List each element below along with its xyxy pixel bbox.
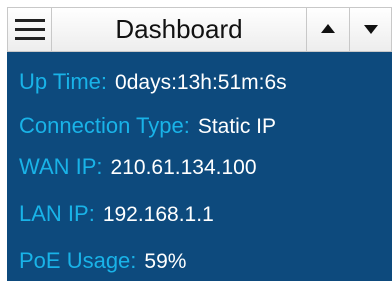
lan-ip-value: 192.168.1.1 [102,203,214,226]
status-row-poe-usage: PoE Usage: 59% [19,248,186,274]
wan-ip-value: 210.61.134.100 [110,156,257,179]
status-row-wan-ip: WAN IP: 210.61.134.100 [19,154,257,180]
arrow-down-icon [364,25,378,34]
page-title: Dashboard [115,14,243,44]
scroll-up-button[interactable] [306,8,349,51]
status-row-lan-ip: LAN IP: 192.168.1.1 [19,201,214,227]
scroll-down-button[interactable] [349,8,392,51]
uptime-label: Up Time: [19,69,108,94]
poe-usage-label: PoE Usage: [19,248,137,273]
lan-ip-label: LAN IP: [19,201,95,226]
status-row-connection-type: Connection Type: Static IP [19,113,276,139]
connection-type-label: Connection Type: [19,113,190,138]
menu-button[interactable] [8,8,52,51]
status-row-uptime: Up Time: 0days:13h:51m:6s [19,69,287,95]
poe-usage-value: 59% [144,250,187,273]
header-bar: Dashboard [7,7,392,52]
wan-ip-label: WAN IP: [19,154,103,179]
arrow-up-icon [321,24,335,33]
dashboard-screen: Dashboard Up Time: 0days:13h:51m:6s Conne… [0,0,392,281]
status-panel: Up Time: 0days:13h:51m:6s Connection Type… [7,52,392,281]
connection-type-value: Static IP [197,115,277,138]
uptime-value: 0days:13h:51m:6s [115,71,287,94]
